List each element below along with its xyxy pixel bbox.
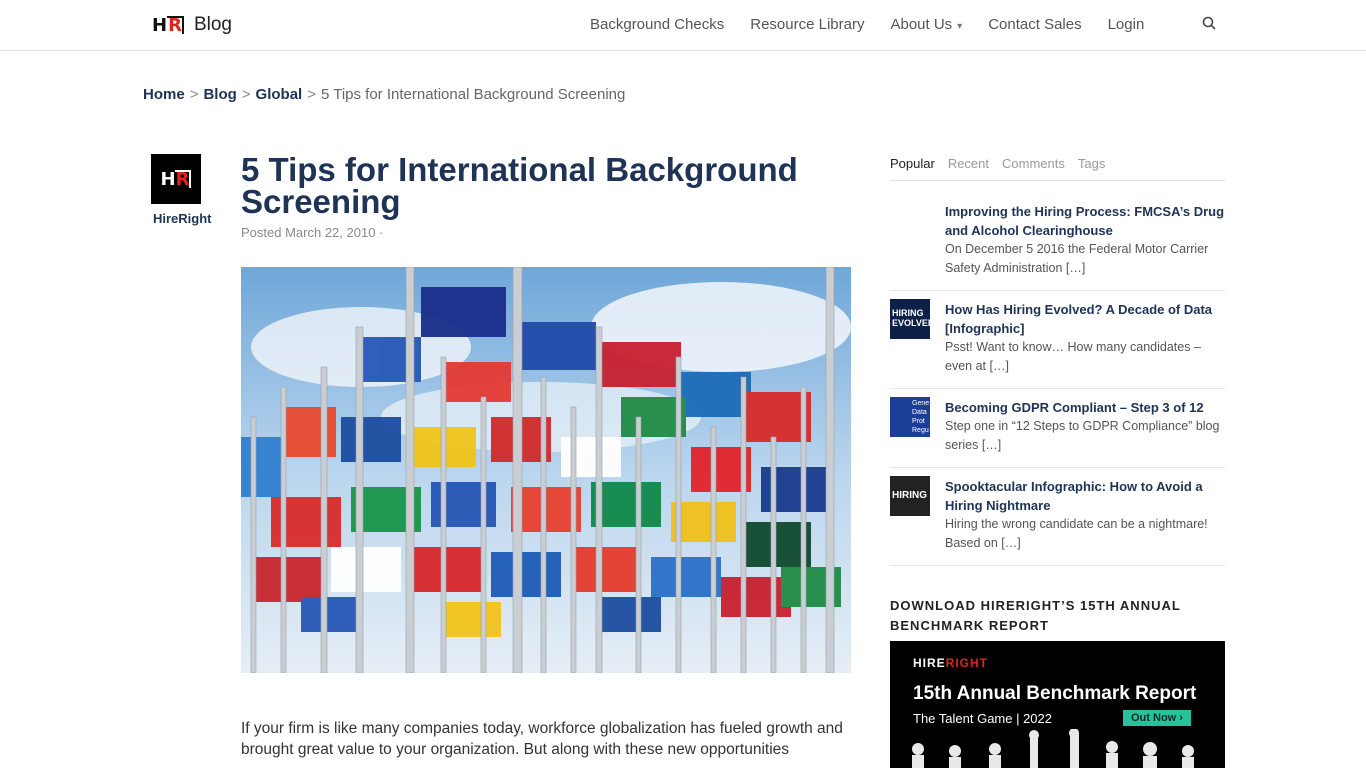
post-excerpt: Step one in “12 Steps to GDPR Compliance…: [945, 419, 1220, 452]
download-heading: DOWNLOAD HIRERIGHT’S 15TH ANNUAL BENCHMA…: [890, 598, 1181, 633]
post-title-link[interactable]: Spooktacular Infographic: How to Avoid a…: [945, 477, 1225, 515]
post-title-link[interactable]: How Has Hiring Evolved? A Decade of Data…: [945, 300, 1225, 338]
hireright-logo-icon: HR: [161, 169, 192, 190]
post-thumbnail[interactable]: Gene Data Prot Regu: [890, 397, 930, 437]
nav-login[interactable]: Login: [1108, 16, 1145, 33]
article-hero-image: [241, 267, 851, 673]
breadcrumb-separator: >: [189, 86, 199, 103]
list-item: Improving the Hiring Process: FMCSA’s Dr…: [890, 193, 1225, 291]
nav-contact-sales[interactable]: Contact Sales: [988, 16, 1081, 33]
breadcrumb-separator: >: [241, 86, 251, 103]
thumbnail-text: HIRING: [892, 490, 927, 501]
nav-resource-library[interactable]: Resource Library: [750, 16, 864, 33]
sidebar-tabs: Popular Recent Comments Tags: [890, 156, 1225, 181]
tab-comments[interactable]: Comments: [1002, 156, 1065, 180]
post-excerpt: On December 5 2016 the Federal Motor Car…: [945, 242, 1209, 275]
list-item: HIRING Spooktacular Infographic: How to …: [890, 468, 1225, 566]
post-excerpt: Psst! Want to know… How many candidates …: [945, 340, 1201, 373]
breadcrumb: Home > Blog > Global >5 Tips for Internationa…: [143, 86, 625, 103]
thumbnail-text: HIRING EVOLVED: [892, 308, 930, 328]
top-navigation-bar: HR Blog Background Checks Resource Libra…: [0, 0, 1366, 51]
post-meta: Posted March 22, 2010 ·: [241, 225, 384, 240]
nav-about-us-label: About Us: [890, 16, 953, 33]
article-body: If your firm is like many companies toda…: [241, 720, 843, 758]
tab-popular[interactable]: Popular: [890, 156, 935, 180]
ad-brand: HIRERIGHT: [913, 656, 989, 670]
author-name[interactable]: HireRight: [153, 211, 212, 226]
post-title-link[interactable]: Becoming GDPR Compliant – Step 3 of 12: [945, 398, 1225, 417]
search-icon[interactable]: [1202, 16, 1216, 33]
post-title-link[interactable]: Improving the Hiring Process: FMCSA’s Dr…: [945, 202, 1225, 240]
breadcrumb-separator: >: [307, 86, 316, 103]
blog-logo-link[interactable]: HR Blog: [152, 14, 232, 36]
post-excerpt: Hiring the wrong candidate can be a nigh…: [945, 517, 1208, 550]
main-nav: Background Checks Resource Library About…: [590, 16, 1216, 33]
out-now-button[interactable]: Out Now ›: [1123, 710, 1191, 726]
logo-text: Blog: [193, 14, 232, 35]
list-item: HIRING EVOLVED How Has Hiring Evolved? A…: [890, 291, 1225, 389]
breadcrumb-blog[interactable]: Blog: [203, 86, 236, 103]
chess-pieces-image: [912, 729, 1194, 768]
hireright-logo-icon: HR: [152, 15, 184, 36]
tab-tags[interactable]: Tags: [1078, 156, 1105, 180]
chevron-down-icon: ▾: [957, 21, 963, 32]
nav-about-us[interactable]: About Us ▾: [890, 16, 962, 33]
ad-subtitle: The Talent Game | 2022: [913, 711, 1053, 726]
author-avatar[interactable]: HR: [151, 154, 201, 204]
list-item: Gene Data Prot Regu Becoming GDPR Compli…: [890, 389, 1225, 468]
benchmark-report-banner[interactable]: HIRERIGHT 15th Annual Benchmark Report T…: [890, 641, 1225, 768]
breadcrumb-home[interactable]: Home: [143, 86, 185, 103]
post-thumbnail[interactable]: HIRING: [890, 476, 930, 516]
ad-title: 15th Annual Benchmark Report: [913, 683, 1197, 704]
nav-background-checks[interactable]: Background Checks: [590, 16, 724, 33]
breadcrumb-global[interactable]: Global: [256, 86, 303, 103]
tab-recent[interactable]: Recent: [948, 156, 989, 180]
post-thumbnail[interactable]: HIRING EVOLVED: [890, 299, 930, 339]
breadcrumb-current: 5 Tips for International Background Scre…: [320, 86, 626, 103]
thumbnail-text: Gene Data Prot Regu: [912, 400, 930, 434]
article-title: 5 Tips for International Background Scre…: [241, 151, 798, 220]
